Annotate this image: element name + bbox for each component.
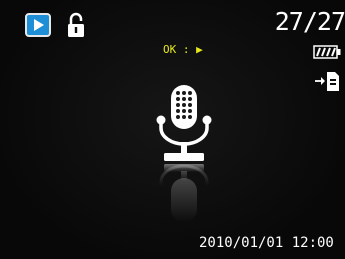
date-time-stamp: 2010/01/01 12:00 [199,235,334,251]
image-counter: 27/27 [274,7,345,36]
play-icon [25,13,51,37]
battery-icon [313,44,341,59]
ok-play-hint: OK : ▶ [163,43,203,56]
lock-icon [67,12,85,38]
microphone-icon [148,82,220,232]
transfer-icon [314,70,340,92]
camera-playback-screen: 27/27 OK : ▶ 2010/01/01 12:00 [0,0,345,259]
